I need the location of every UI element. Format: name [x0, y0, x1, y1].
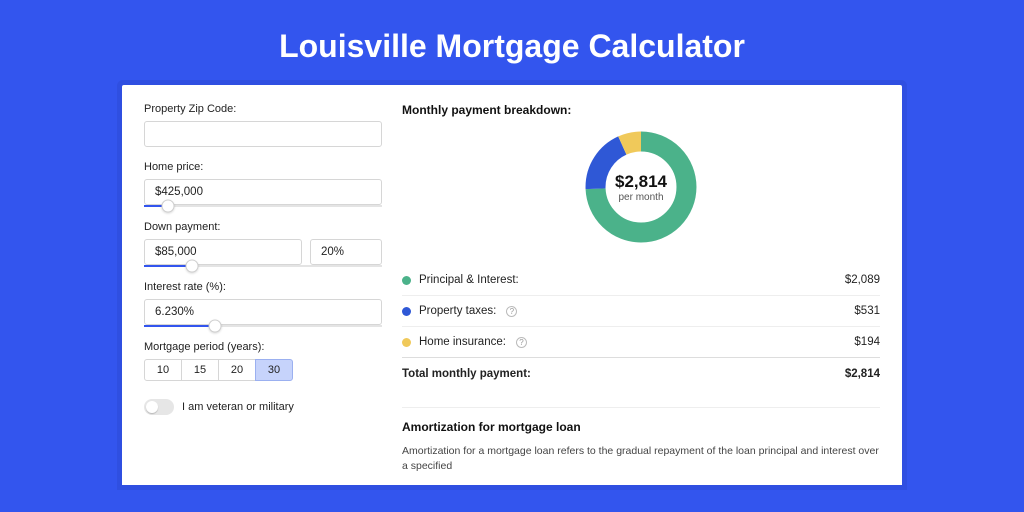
- legend-label: Home insurance:: [419, 336, 506, 348]
- period-options: 10152030: [144, 359, 382, 381]
- rate-input[interactable]: [144, 299, 382, 325]
- field-rate: Interest rate (%):: [144, 281, 382, 327]
- price-input[interactable]: [144, 179, 382, 205]
- price-slider[interactable]: [144, 205, 382, 207]
- donut-sub: per month: [618, 192, 663, 203]
- down-slider[interactable]: [144, 265, 382, 267]
- help-icon[interactable]: ?: [516, 337, 527, 348]
- breakdown-panel: Monthly payment breakdown: $2,814 per mo…: [402, 97, 880, 485]
- legend: Principal & Interest: $2,089 Property taxe…: [402, 265, 880, 357]
- breakdown-title: Monthly payment breakdown:: [402, 103, 880, 117]
- rate-slider[interactable]: [144, 325, 382, 327]
- donut-amount: $2,814: [615, 172, 667, 192]
- amort-text: Amortization for a mortgage loan refers …: [402, 444, 880, 473]
- total-row: Total monthly payment: $2,814: [402, 357, 880, 389]
- field-period: Mortgage period (years): 10152030: [144, 341, 382, 381]
- amortization-section: Amortization for mortgage loan Amortizat…: [402, 407, 880, 473]
- donut-center: $2,814 per month: [581, 127, 701, 247]
- price-slider-thumb[interactable]: [161, 200, 174, 213]
- rate-slider-fill: [144, 325, 215, 327]
- legend-value: $194: [854, 336, 880, 348]
- legend-dot: [402, 338, 411, 347]
- form-panel: Property Zip Code: Home price: Down paym…: [144, 97, 382, 485]
- legend-dot: [402, 307, 411, 316]
- legend-row: Principal & Interest: $2,089: [402, 265, 880, 295]
- legend-label: Principal & Interest:: [419, 274, 519, 286]
- period-option-15[interactable]: 15: [181, 359, 219, 381]
- down-pct-input[interactable]: [310, 239, 382, 265]
- legend-value: $2,089: [845, 274, 880, 286]
- legend-row: Property taxes: ? $531: [402, 295, 880, 326]
- zip-label: Property Zip Code:: [144, 103, 382, 115]
- down-label: Down payment:: [144, 221, 382, 233]
- zip-input[interactable]: [144, 121, 382, 147]
- down-slider-thumb[interactable]: [185, 260, 198, 273]
- total-value: $2,814: [845, 368, 880, 380]
- legend-dot: [402, 276, 411, 285]
- field-zip: Property Zip Code:: [144, 103, 382, 147]
- veteran-label: I am veteran or military: [182, 401, 294, 413]
- field-price: Home price:: [144, 161, 382, 207]
- rate-label: Interest rate (%):: [144, 281, 382, 293]
- period-option-30[interactable]: 30: [255, 359, 293, 381]
- price-label: Home price:: [144, 161, 382, 173]
- legend-row: Home insurance: ? $194: [402, 326, 880, 357]
- legend-value: $531: [854, 305, 880, 317]
- calculator-card: Property Zip Code: Home price: Down paym…: [122, 85, 902, 485]
- period-option-20[interactable]: 20: [218, 359, 256, 381]
- field-veteran: I am veteran or military: [144, 399, 382, 415]
- legend-label: Property taxes:: [419, 305, 496, 317]
- down-amount-input[interactable]: [144, 239, 302, 265]
- field-down: Down payment:: [144, 221, 382, 267]
- total-label: Total monthly payment:: [402, 368, 531, 380]
- rate-slider-thumb[interactable]: [209, 320, 222, 333]
- period-label: Mortgage period (years):: [144, 341, 382, 353]
- help-icon[interactable]: ?: [506, 306, 517, 317]
- amort-title: Amortization for mortgage loan: [402, 420, 880, 434]
- page-title: Louisville Mortgage Calculator: [0, 0, 1024, 85]
- donut-chart: $2,814 per month: [402, 127, 880, 247]
- period-option-10[interactable]: 10: [144, 359, 182, 381]
- veteran-toggle[interactable]: [144, 399, 174, 415]
